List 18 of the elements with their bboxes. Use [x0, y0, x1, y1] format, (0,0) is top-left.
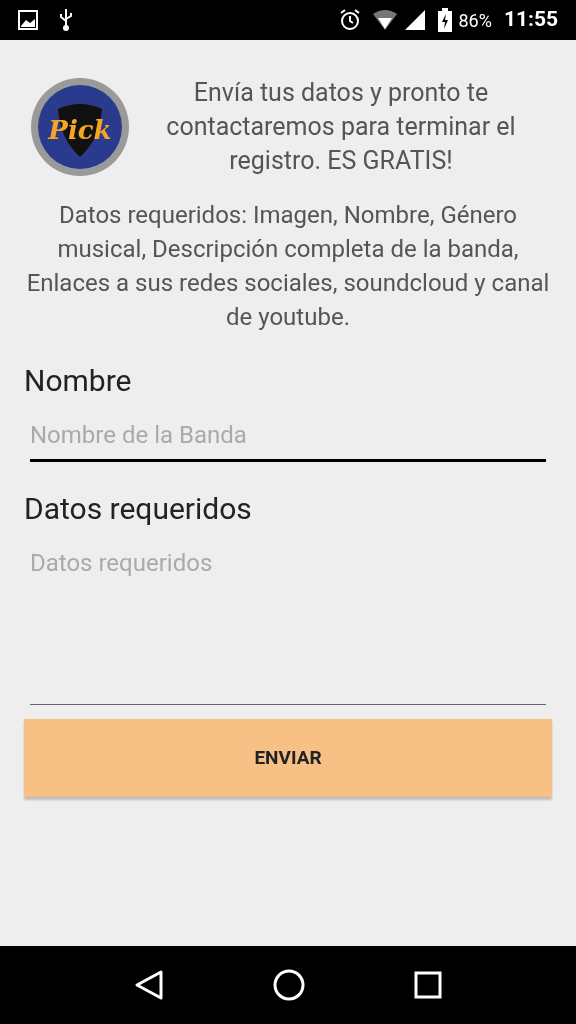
image-icon [18, 10, 38, 30]
home-icon[interactable] [273, 969, 305, 1001]
field-label: Nombre [24, 362, 133, 400]
battery-percentage: 86% [458, 8, 492, 33]
recents-icon[interactable] [413, 971, 442, 999]
back-icon[interactable] [134, 969, 165, 1001]
logo-icon: Pick [30, 77, 130, 177]
usb-icon [58, 8, 74, 32]
field-label: Datos requeridos [24, 490, 253, 528]
battery-icon [438, 8, 453, 32]
input-field[interactable]: Nombre de la Banda [30, 417, 546, 462]
clock: 11:55 [503, 6, 558, 34]
signal-icon [404, 9, 427, 31]
wifi-icon [372, 9, 399, 31]
intro-text: Envía tus datos y pronto te contactaremos para terminar el registro. ES GRATIS! [165, 77, 517, 177]
requirements-text: Datos requeridos: Imagen, Nombre, Género musical, Descripción completa de la banda, Enlaces a sus redes sociales, soundcloud y canal de youtube. [25, 200, 551, 333]
text-area[interactable]: Datos requeridos [30, 545, 546, 705]
submit-button[interactable]: ENVIAR [24, 719, 552, 797]
